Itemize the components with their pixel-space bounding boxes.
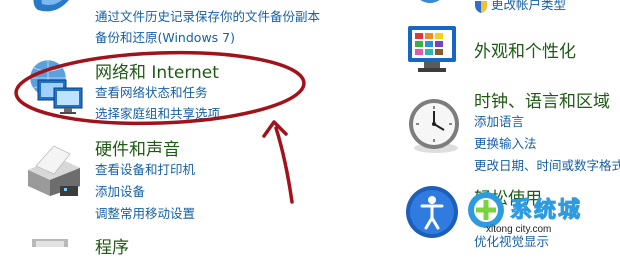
change-input-method-link[interactable]: 更换输入法: [474, 133, 537, 152]
backup-file-history-link[interactable]: 通过文件历史记录保存你的文件备份副本: [95, 6, 320, 25]
system-security-icon[interactable]: [28, 0, 76, 20]
printer-icon[interactable]: [24, 140, 84, 198]
view-network-status-link[interactable]: 查看网络状态和任务: [95, 82, 208, 101]
network-monitors-icon[interactable]: [24, 58, 86, 114]
ease-of-access-title[interactable]: 轻松使用: [474, 184, 542, 209]
user-accounts-icon[interactable]: [410, 0, 450, 8]
optimize-visual-display-link[interactable]: 优化视觉显示: [474, 231, 549, 250]
change-account-type-link[interactable]: 更改帐户类型: [491, 0, 566, 13]
appearance-palette-icon[interactable]: [406, 24, 462, 74]
hardware-sound-title[interactable]: 硬件和声音: [95, 135, 180, 160]
add-device-link[interactable]: 添加设备: [95, 181, 145, 200]
appearance-personalization-title[interactable]: 外观和个性化: [474, 37, 576, 62]
ease-of-access-icon[interactable]: [404, 184, 460, 240]
add-language-link[interactable]: 添加语言: [474, 111, 524, 130]
annotation-arrow: [274, 126, 294, 204]
uac-shield-icon: [474, 0, 488, 13]
change-date-time-format-link[interactable]: 更改日期、时间或数字格式: [474, 155, 620, 174]
mobility-settings-link[interactable]: 调整常用移动设置: [95, 203, 195, 222]
clock-icon[interactable]: [404, 96, 464, 156]
backup-restore-link[interactable]: 备份和还原(Windows 7): [95, 27, 235, 46]
clock-language-region-title[interactable]: 时钟、语言和区域: [474, 87, 610, 112]
network-internet-title[interactable]: 网络和 Internet: [95, 58, 219, 83]
homegroup-sharing-link[interactable]: 选择家庭组和共享选项: [95, 103, 220, 122]
devices-printers-link[interactable]: 查看设备和打印机: [95, 159, 195, 178]
programs-title[interactable]: 程序: [95, 233, 129, 258]
